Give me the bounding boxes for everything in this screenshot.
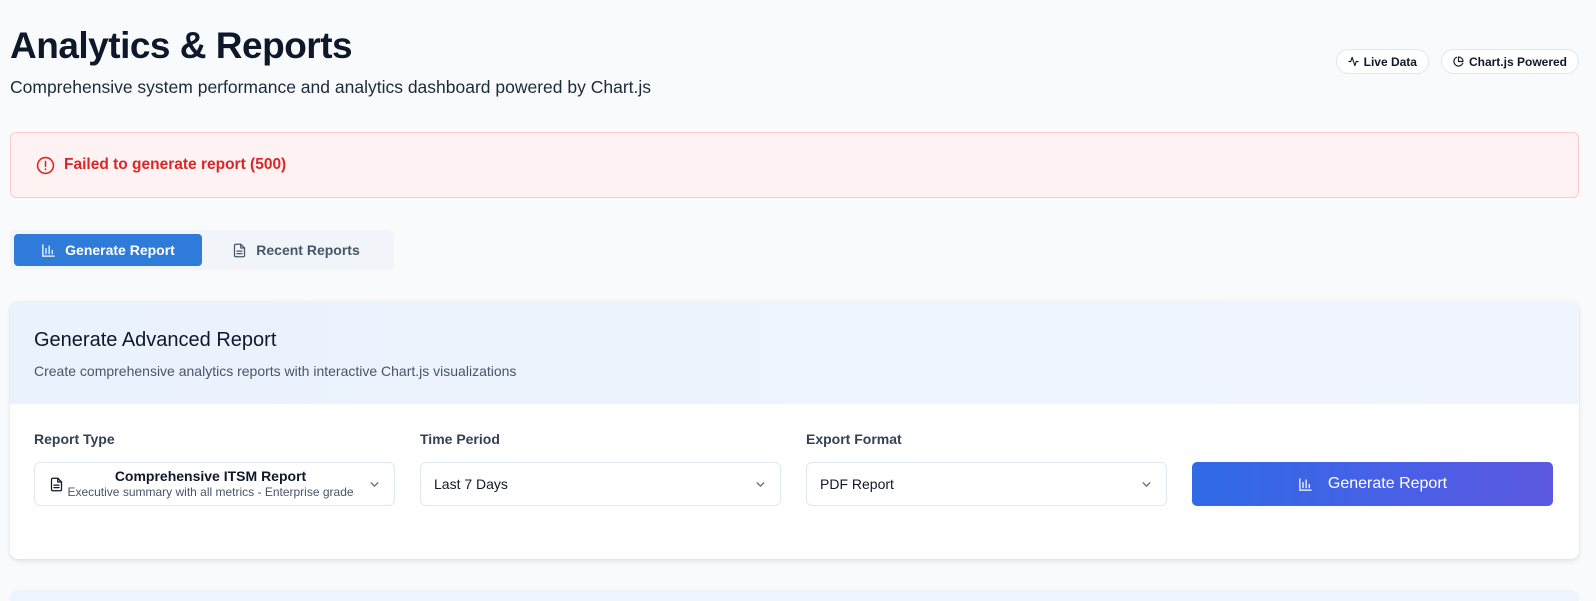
tab-label: Generate Report bbox=[65, 242, 175, 258]
badge-label: Live Data bbox=[1363, 54, 1417, 69]
analytics-page: Analytics & Reports Comprehensive system… bbox=[0, 0, 1596, 601]
chevron-down-icon bbox=[370, 482, 379, 487]
bar-chart-icon bbox=[41, 243, 56, 258]
card-description: Create comprehensive analytics reports w… bbox=[34, 363, 517, 379]
tab-label: Recent Reports bbox=[256, 242, 360, 258]
report-type-label: Report Type bbox=[34, 431, 115, 447]
pie-chart-icon bbox=[1453, 56, 1464, 67]
report-type-title: Comprehensive ITSM Report bbox=[114, 468, 307, 484]
live-data-badge: Live Data bbox=[1335, 49, 1429, 74]
report-form: Report Type Comprehensive ITSM Report Ex… bbox=[34, 430, 1553, 506]
card-header: Generate Advanced Report Create comprehe… bbox=[10, 301, 1579, 404]
file-text-icon bbox=[49, 477, 64, 492]
report-type-select[interactable]: Comprehensive ITSM Report Executive summ… bbox=[34, 462, 395, 506]
generate-field: Generate Report bbox=[1192, 430, 1553, 506]
tab-generate-report[interactable]: Generate Report bbox=[14, 234, 202, 266]
generate-report-card: Generate Advanced Report Create comprehe… bbox=[10, 301, 1579, 559]
bar-chart-icon bbox=[1298, 477, 1313, 492]
error-alert: Failed to generate report (500) bbox=[10, 132, 1579, 198]
export-format-label: Export Format bbox=[806, 431, 902, 447]
page-title: Analytics & Reports bbox=[10, 25, 353, 66]
export-format-value: PDF Report bbox=[820, 476, 894, 492]
report-type-value: Comprehensive ITSM Report Executive summ… bbox=[64, 468, 381, 500]
activity-icon bbox=[1347, 56, 1359, 67]
time-period-field: Time Period Last 7 Days bbox=[420, 430, 781, 506]
generate-button-label: Generate Report bbox=[1327, 475, 1448, 492]
report-type-subtext: Executive summary with all metrics - Ent… bbox=[67, 485, 354, 499]
chevron-down-icon bbox=[1142, 482, 1151, 487]
tab-recent-reports[interactable]: Recent Reports bbox=[202, 234, 390, 266]
report-type-field: Report Type Comprehensive ITSM Report Ex… bbox=[34, 430, 395, 506]
chartjs-badge: Chart.js Powered bbox=[1440, 49, 1579, 74]
next-section-card bbox=[10, 590, 1579, 601]
alert-circle-icon bbox=[36, 156, 55, 175]
alert-message: Failed to generate report (500) bbox=[64, 156, 287, 173]
file-text-icon bbox=[232, 243, 247, 258]
time-period-select[interactable]: Last 7 Days bbox=[420, 462, 781, 506]
badge-label: Chart.js Powered bbox=[1468, 54, 1567, 69]
card-title: Generate Advanced Report bbox=[34, 329, 277, 351]
time-period-value: Last 7 Days bbox=[434, 476, 508, 492]
export-format-select[interactable]: PDF Report bbox=[806, 462, 1167, 506]
page-subtitle: Comprehensive system performance and ana… bbox=[10, 77, 652, 97]
export-format-field: Export Format PDF Report bbox=[806, 430, 1167, 506]
time-period-label: Time Period bbox=[420, 431, 500, 447]
report-tabs: Generate Report Recent Reports bbox=[10, 230, 394, 270]
chevron-down-icon bbox=[756, 482, 765, 487]
header-badges: Live Data Chart.js Powered bbox=[1335, 49, 1579, 74]
generate-report-button[interactable]: Generate Report bbox=[1192, 462, 1553, 506]
